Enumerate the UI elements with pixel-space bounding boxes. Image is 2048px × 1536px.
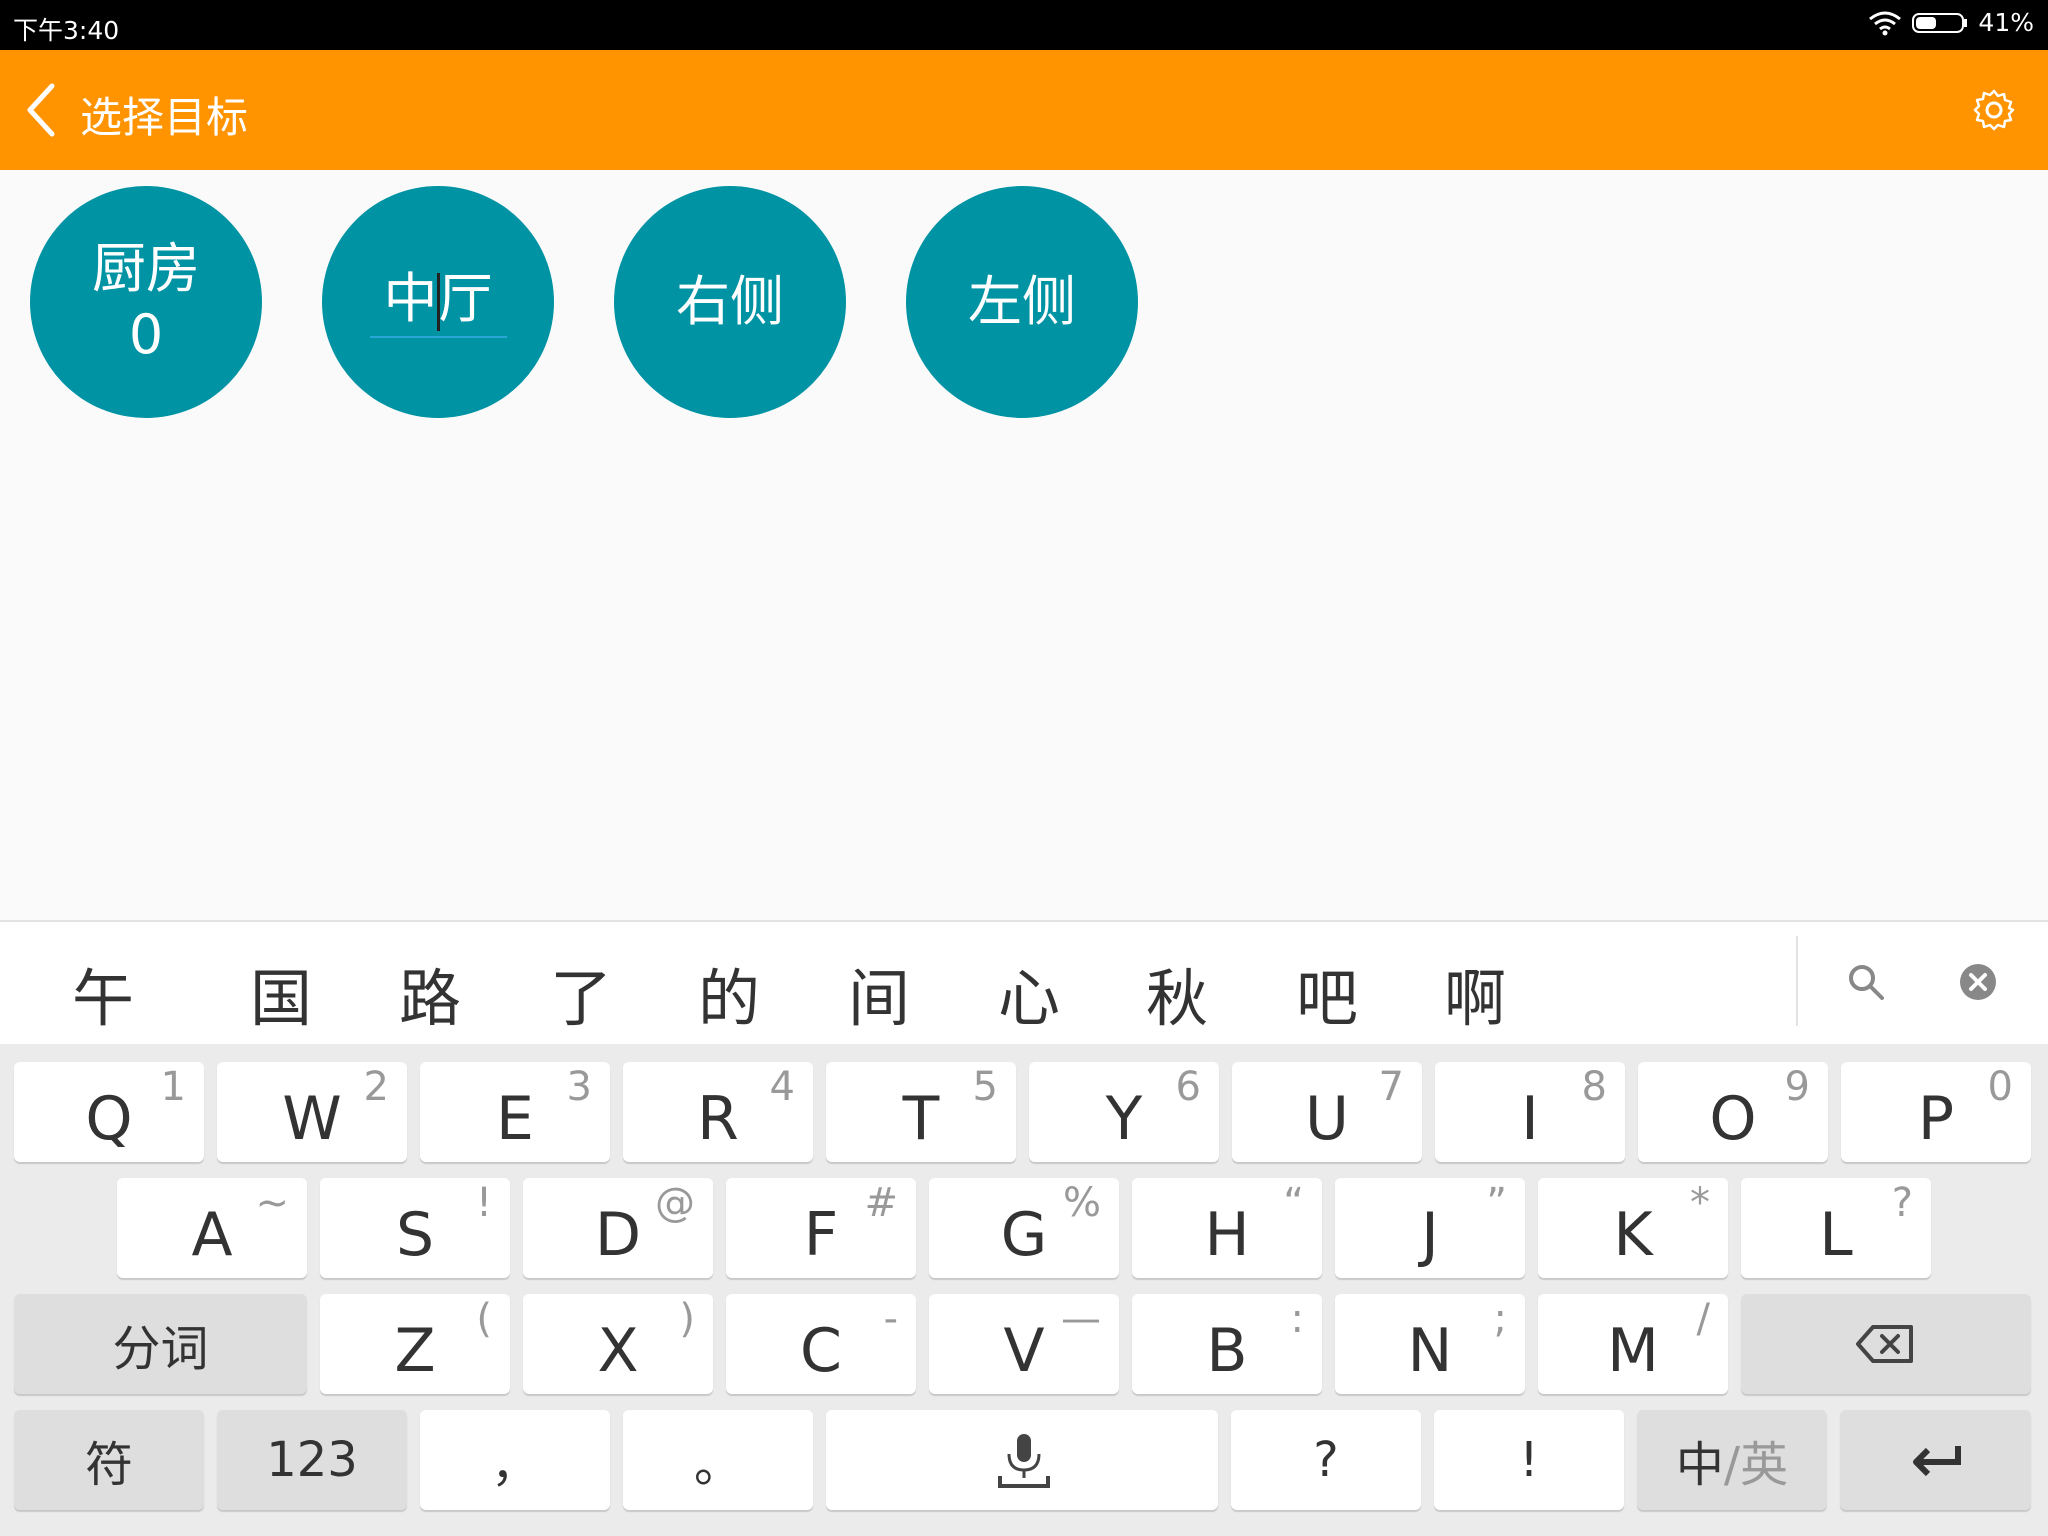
target-count: 0: [128, 303, 164, 366]
candidate-word[interactable]: 秋: [1146, 948, 1208, 1038]
wifi-icon: [1869, 11, 1902, 35]
key-q[interactable]: Q1: [14, 1062, 204, 1162]
key-j[interactable]: J”: [1335, 1178, 1525, 1278]
close-icon[interactable]: [1958, 962, 1998, 1002]
key-k[interactable]: K *: [1538, 1178, 1728, 1278]
exclaim-key[interactable]: !: [1434, 1410, 1624, 1510]
key-h[interactable]: H “: [1132, 1178, 1322, 1278]
candidate-word[interactable]: 的: [698, 948, 760, 1038]
backspace-key[interactable]: [1741, 1294, 2031, 1394]
period-key[interactable]: 。: [623, 1410, 813, 1510]
key-p[interactable]: P0: [1841, 1062, 2031, 1162]
key-n[interactable]: N;: [1335, 1294, 1525, 1394]
key-z[interactable]: Z(: [320, 1294, 510, 1394]
key-i[interactable]: I8: [1435, 1062, 1625, 1162]
candidate-word[interactable]: 心: [998, 948, 1060, 1038]
key-w[interactable]: W2: [217, 1062, 407, 1162]
candidate-word[interactable]: 吧: [1296, 948, 1358, 1038]
candidate-bar: 午 国 路 了 的 间 心 秋 吧 啊: [0, 920, 2048, 1044]
gear-icon[interactable]: [1972, 88, 2016, 132]
status-bar: 下午3:40 41%: [0, 0, 2048, 50]
target-left[interactable]: 左侧: [906, 186, 1138, 418]
target-area: 厨房 0 中厅 右侧 左侧: [0, 170, 2048, 920]
key-y[interactable]: Y6: [1029, 1062, 1219, 1162]
question-key[interactable]: ?: [1231, 1410, 1421, 1510]
language-toggle-key[interactable]: 中/英: [1637, 1410, 1827, 1510]
key-b[interactable]: B:: [1132, 1294, 1322, 1394]
key-t[interactable]: T5: [826, 1062, 1016, 1162]
divider: [1796, 936, 1798, 1026]
key-m[interactable]: M /: [1538, 1294, 1728, 1394]
candidate-word[interactable]: 间: [848, 948, 910, 1038]
key-r[interactable]: R4: [623, 1062, 813, 1162]
microphone-icon: [998, 1434, 1050, 1488]
battery-icon: [1912, 12, 1968, 33]
target-name-input[interactable]: 中厅: [369, 266, 507, 338]
page-title: 选择目标: [80, 93, 249, 142]
key-c[interactable]: C-: [726, 1294, 916, 1394]
key-a[interactable]: A ~: [117, 1178, 307, 1278]
enter-key[interactable]: [1840, 1410, 2031, 1510]
key-v[interactable]: V —: [929, 1294, 1119, 1394]
target-kitchen[interactable]: 厨房 0: [30, 186, 262, 418]
target-label: 右侧: [676, 270, 784, 333]
search-icon[interactable]: [1846, 962, 1886, 1002]
comma-key[interactable]: ，: [420, 1410, 610, 1510]
key-f[interactable]: F #: [726, 1178, 916, 1278]
key-e[interactable]: E3: [420, 1062, 610, 1162]
target-label: 厨房: [92, 237, 200, 300]
target-label: 左侧: [968, 270, 1076, 333]
candidate-word[interactable]: 啊: [1444, 948, 1506, 1038]
key-o[interactable]: O9: [1638, 1062, 1828, 1162]
candidate-word[interactable]: 午: [72, 948, 134, 1038]
candidate-word[interactable]: 了: [550, 948, 612, 1038]
chevron-left-icon[interactable]: [20, 80, 64, 140]
status-time: 下午3:40: [13, 16, 120, 45]
key-x[interactable]: X): [523, 1294, 713, 1394]
candidate-word[interactable]: 路: [399, 948, 461, 1038]
target-living-room[interactable]: 中厅: [322, 186, 554, 418]
space-key[interactable]: [826, 1410, 1218, 1510]
app-bar: 选择目标: [0, 50, 2048, 170]
key-l[interactable]: L?: [1741, 1178, 1931, 1278]
backspace-icon: [1856, 1325, 1913, 1363]
battery-percent: 41%: [1978, 8, 2034, 37]
key-s[interactable]: S!: [320, 1178, 510, 1278]
candidate-word[interactable]: 国: [250, 948, 312, 1038]
target-right[interactable]: 右侧: [614, 186, 846, 418]
keyboard: Q1 W2 E3 R4 T5 Y6 U7 I8 O9 P0 A ~ S! D @ F…: [0, 1044, 2048, 1536]
key-g[interactable]: G%: [929, 1178, 1119, 1278]
key-u[interactable]: U7: [1232, 1062, 1422, 1162]
key-d[interactable]: D @: [523, 1178, 713, 1278]
symbols-key[interactable]: 符: [14, 1410, 204, 1510]
segment-key[interactable]: 分词: [14, 1294, 307, 1394]
enter-icon: [1913, 1446, 1961, 1477]
numbers-key[interactable]: 123: [217, 1410, 407, 1510]
